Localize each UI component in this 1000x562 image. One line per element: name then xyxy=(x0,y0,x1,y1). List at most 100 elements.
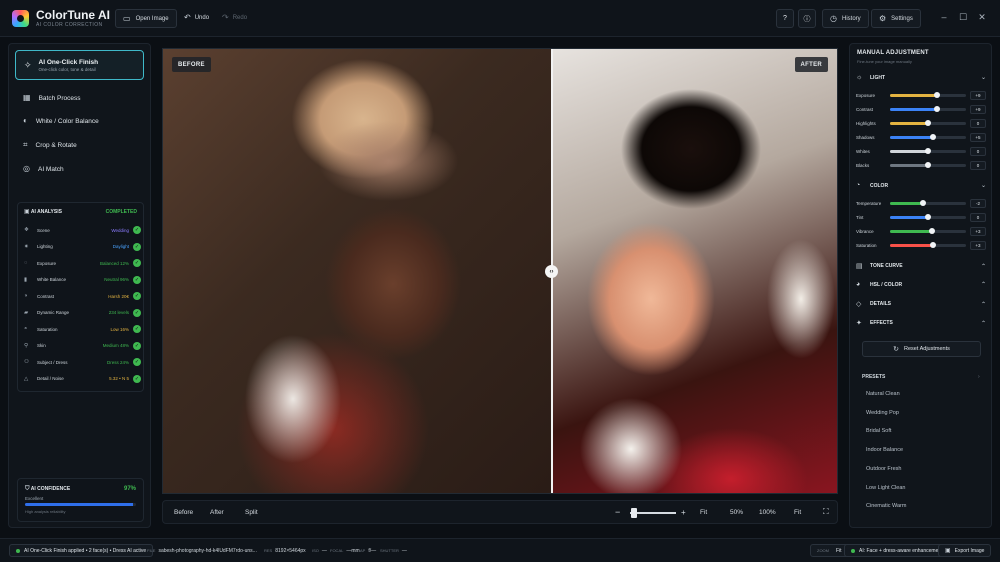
slider-blacks[interactable]: Blacks 0 xyxy=(856,160,986,170)
slider-track[interactable] xyxy=(890,147,966,154)
split-handle[interactable]: ‹› xyxy=(545,265,558,278)
slider-value[interactable]: 0 xyxy=(970,118,986,128)
diamond-icon: ◇ xyxy=(856,301,862,308)
analysis-row-value: 5.32 • N 5 xyxy=(109,376,129,381)
fullscreen-icon[interactable]: ⛶ xyxy=(823,507,829,517)
slider-value[interactable]: 0 xyxy=(970,146,986,156)
nav-white-balance[interactable]: ◐ White / Color Balance xyxy=(23,117,99,125)
slider-value[interactable]: -2 xyxy=(970,198,986,208)
slider-whites[interactable]: Whites 0 xyxy=(856,146,986,156)
slider-saturation[interactable]: Saturation +3 xyxy=(856,240,986,250)
analysis-row-label: Scene xyxy=(37,227,50,233)
slider-track[interactable] xyxy=(890,119,966,126)
slider-value[interactable]: +5 xyxy=(970,132,986,142)
slider-fill xyxy=(890,215,928,219)
slider-value[interactable]: 0 xyxy=(970,212,986,222)
slider-value[interactable]: 0 xyxy=(970,160,986,170)
after-view-button[interactable]: After xyxy=(210,509,224,516)
minimize-icon[interactable]: – xyxy=(936,12,952,22)
export-image-button[interactable]: ▣ Export Image xyxy=(938,544,992,557)
analysis-row-value: Low 16% xyxy=(110,326,129,332)
zoom-out-button[interactable]: − xyxy=(615,507,620,517)
fit-button[interactable]: Fit xyxy=(794,509,801,516)
zoom-100-button[interactable]: 100% xyxy=(759,509,776,516)
resolution-info: RES 8192×5464px xyxy=(264,548,306,554)
section-hsl-color[interactable]: ◕ HSL / COLOR ⌃ xyxy=(856,281,986,288)
slider-track[interactable] xyxy=(890,105,966,112)
presets-chevron-icon[interactable]: › xyxy=(978,374,980,380)
section-effects[interactable]: ✦ EFFECTS ⌃ xyxy=(856,319,986,327)
preset-item[interactable]: Indoor Balance xyxy=(866,447,903,453)
section-light[interactable]: ☼ LIGHT ⌄ xyxy=(856,74,986,81)
slider-track[interactable] xyxy=(890,161,966,168)
help-button[interactable]: ? xyxy=(776,9,794,28)
nav-ai-match[interactable]: ◎ AI Match xyxy=(23,165,64,173)
slider-handle[interactable] xyxy=(929,133,936,140)
slider-vibrance[interactable]: Vibrance +3 xyxy=(856,226,986,236)
slider-highlights[interactable]: Highlights 0 xyxy=(856,118,986,128)
zoom-50-button[interactable]: 50% xyxy=(730,509,743,516)
slider-handle[interactable] xyxy=(934,91,941,98)
slider-track[interactable] xyxy=(890,213,966,220)
section-color[interactable]: ◔ COLOR ⌄ xyxy=(856,182,986,189)
slider-exposure[interactable]: Exposure +9 xyxy=(856,90,986,100)
slider-handle[interactable] xyxy=(925,119,931,126)
applied-status: AI One-Click Finish applied • 2 face(s) … xyxy=(9,544,154,557)
slider-label: Whites xyxy=(856,148,870,154)
split-view-button[interactable]: Split xyxy=(245,509,258,516)
shutter-info: SHUTTER — xyxy=(380,548,407,554)
slider-track[interactable] xyxy=(890,91,966,98)
slider-tint[interactable]: Tint 0 xyxy=(856,212,986,222)
slider-handle[interactable] xyxy=(920,199,927,206)
section-tone-curve[interactable]: ▤ TONE CURVE ⌃ xyxy=(856,262,986,270)
before-view-button[interactable]: Before xyxy=(174,509,193,516)
slider-track[interactable] xyxy=(890,241,966,248)
refresh-icon: ↻ xyxy=(893,345,899,353)
slider-value[interactable]: +9 xyxy=(970,104,986,114)
section-details[interactable]: ◇ DETAILS ⌃ xyxy=(856,300,986,308)
app-subtitle: AI COLOR CORRECTION xyxy=(36,21,103,28)
image-viewer[interactable]: ‹› BEFORE AFTER xyxy=(162,48,838,494)
zoom-in-button[interactable]: + xyxy=(681,508,686,517)
reset-adjustments-button[interactable]: ↻ Reset Adjustments xyxy=(862,341,981,357)
preset-item[interactable]: Cinematic Warm xyxy=(866,503,906,509)
slider-contrast[interactable]: Contrast +9 xyxy=(856,104,986,114)
settings-button[interactable]: ⚙ Settings xyxy=(871,9,921,28)
slider-value[interactable]: +9 xyxy=(970,90,986,100)
slider-handle[interactable] xyxy=(934,105,941,112)
check-icon: ✓ xyxy=(133,308,141,317)
zoom-slider-handle[interactable] xyxy=(631,508,637,518)
ai-confidence-card: ⛉ AI CONFIDENCE 97% Excellent High analy… xyxy=(17,478,144,522)
nav-crop-rotate[interactable]: ⌗ Crop & Rotate xyxy=(23,141,77,149)
undo-button[interactable]: ↶ Undo xyxy=(184,14,209,22)
slider-handle[interactable] xyxy=(925,161,931,168)
preset-item[interactable]: Outdoor Fresh xyxy=(866,466,901,472)
analysis-row-value: 234 levels xyxy=(108,310,129,315)
slider-value[interactable]: +3 xyxy=(970,240,986,250)
preset-item[interactable]: Low Light Clean xyxy=(866,485,905,491)
slider-handle[interactable] xyxy=(925,147,931,154)
preset-item[interactable]: Wedding Pop xyxy=(866,410,899,416)
check-icon: ✓ xyxy=(133,242,141,251)
slider-shadows[interactable]: Shadows +5 xyxy=(856,132,986,142)
nav-batch-process[interactable]: ▦ Batch Process xyxy=(23,94,80,102)
slider-track[interactable] xyxy=(890,227,966,234)
slider-handle[interactable] xyxy=(928,227,935,234)
open-image-button[interactable]: ▭ Open Image xyxy=(115,9,177,28)
maximize-icon[interactable]: ☐ xyxy=(955,12,971,23)
history-button[interactable]: ◷ History xyxy=(822,9,869,28)
slider-temperature[interactable]: Temperature -2 xyxy=(856,198,986,208)
slider-track[interactable] xyxy=(890,133,966,140)
analysis-row-value: Wedding xyxy=(111,227,129,233)
slider-value[interactable]: +3 xyxy=(970,226,986,236)
slider-track[interactable] xyxy=(890,199,966,206)
preset-item[interactable]: Natural Clean xyxy=(866,391,900,397)
slider-handle[interactable] xyxy=(925,213,931,220)
ai-one-click-button[interactable]: ✧ AI One-Click Finish One-click color, t… xyxy=(15,50,144,80)
slider-handle[interactable] xyxy=(930,241,937,248)
zoom-fit-button[interactable]: Fit xyxy=(700,509,707,516)
close-icon[interactable]: ✕ xyxy=(974,12,990,23)
redo-button[interactable]: ↷ Redo xyxy=(222,14,247,22)
info-button[interactable]: ⓘ xyxy=(798,9,816,28)
preset-item[interactable]: Bridal Soft xyxy=(866,428,891,434)
